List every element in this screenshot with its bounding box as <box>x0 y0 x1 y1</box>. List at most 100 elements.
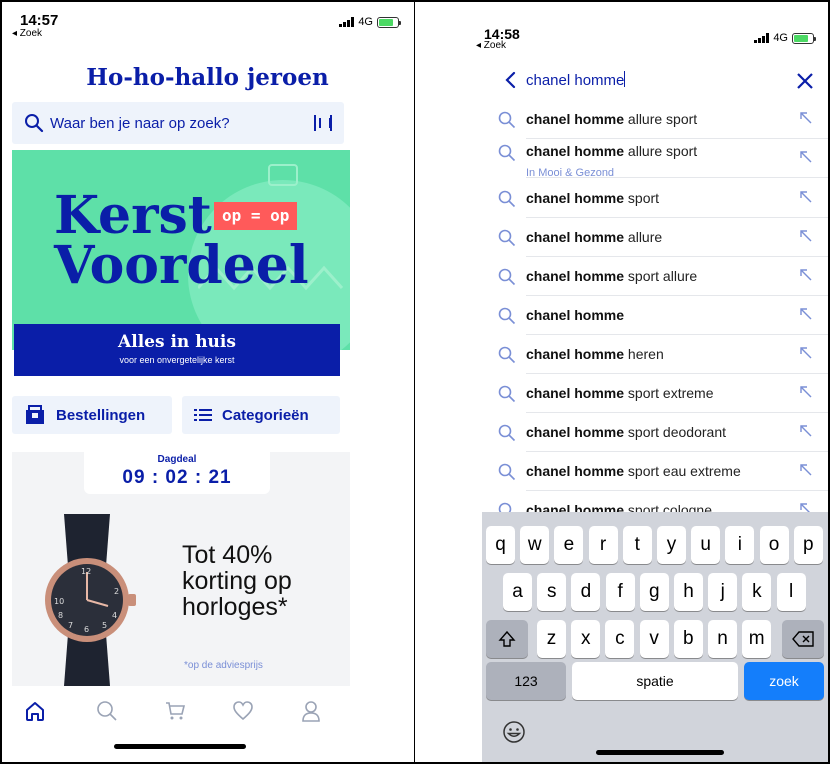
tab-profile[interactable] <box>298 698 324 724</box>
backspace-icon <box>792 631 814 647</box>
key-h[interactable]: h <box>674 573 703 611</box>
close-icon[interactable] <box>796 72 814 90</box>
key-u[interactable]: u <box>691 526 721 564</box>
suggestion-item[interactable]: chanel homme <box>482 296 828 335</box>
back-to-app-link[interactable]: ◂ Zoek <box>476 40 506 51</box>
suggestion-text: chanel homme sport allure <box>526 268 697 284</box>
search-icon <box>498 385 516 403</box>
emoji-icon[interactable] <box>502 720 526 744</box>
key-f[interactable]: f <box>605 573 635 611</box>
status-bar: 14:57 ◂ Zoek 4G <box>2 2 413 42</box>
fill-query-arrow-icon[interactable] <box>800 308 812 320</box>
key-e[interactable]: e <box>554 526 584 564</box>
key-s[interactable]: s <box>537 573 567 611</box>
suggestion-match: chanel homme <box>526 424 625 440</box>
key-i[interactable]: i <box>725 526 755 564</box>
numbers-key[interactable]: 123 <box>486 662 566 700</box>
search-icon <box>498 229 516 247</box>
barcode-scan-icon[interactable] <box>314 115 332 131</box>
suggestion-item[interactable]: chanel homme allure <box>482 218 828 257</box>
suggestion-rest: sport allure <box>624 268 698 284</box>
deal-headline-line3: horloges* <box>182 593 288 621</box>
suggestion-item[interactable]: chanel homme heren <box>482 335 828 374</box>
suggestion-rest: sport eau extreme <box>624 463 741 479</box>
network-status: 4G <box>754 32 816 44</box>
key-o[interactable]: o <box>759 526 789 564</box>
suggestion-item[interactable]: chanel homme allure sport In Mooi & Gezon… <box>482 139 828 179</box>
key-l[interactable]: l <box>776 573 806 611</box>
key-j[interactable]: j <box>708 573 738 611</box>
search-input[interactable]: chanel homme <box>526 71 626 89</box>
key-a[interactable]: a <box>503 573 532 611</box>
fill-query-arrow-icon[interactable] <box>800 112 812 124</box>
fill-query-arrow-icon[interactable] <box>800 191 812 203</box>
tab-home[interactable] <box>22 698 48 724</box>
fill-query-arrow-icon[interactable] <box>800 464 812 476</box>
search-icon <box>498 307 516 325</box>
fill-query-arrow-icon[interactable] <box>800 151 812 163</box>
key-c[interactable]: c <box>605 620 635 658</box>
deal-label: Dagdeal <box>157 454 197 465</box>
suggestion-item[interactable]: chanel homme sport allure <box>482 257 828 296</box>
search-go-key[interactable]: zoek <box>744 662 824 700</box>
keyboard: qwertyuiop asdfghjkl zxcvbnm 123 spatie … <box>482 512 828 762</box>
suggestion-item[interactable]: chanel homme sport extreme <box>482 374 828 413</box>
back-chevron-icon[interactable] <box>504 70 516 90</box>
back-to-app-link[interactable]: ◂ Zoek <box>12 28 42 39</box>
tab-wishlist[interactable] <box>230 698 256 724</box>
op-op-badge: op = op <box>214 202 298 230</box>
key-k[interactable]: k <box>742 573 772 611</box>
watch-image: 12 10 2 7 6 5 4 8 <box>45 514 136 686</box>
key-m[interactable]: m <box>742 620 772 658</box>
space-key[interactable]: spatie <box>572 662 738 700</box>
svg-text:6: 6 <box>84 625 89 634</box>
key-v[interactable]: v <box>639 620 669 658</box>
search-icon <box>25 114 44 133</box>
fill-query-arrow-icon[interactable] <box>800 269 812 281</box>
key-z[interactable]: z <box>537 620 566 658</box>
network-status: 4G <box>339 16 401 28</box>
deal-headline-line2: korting op <box>182 567 292 595</box>
daily-deal-card[interactable]: Dagdeal 09 : 02 : 21 12 10 2 7 6 5 4 8 T… <box>12 452 350 687</box>
key-x[interactable]: x <box>571 620 601 658</box>
status-time: 14:57 <box>20 12 59 29</box>
suggestion-match: chanel homme <box>526 143 625 159</box>
search-bar[interactable]: Waar ben je naar op zoek? <box>12 102 344 144</box>
search-icon <box>498 144 516 162</box>
banner-strip[interactable]: Alles in huis voor een onvergetelijke ke… <box>14 324 340 376</box>
suggestion-text: chanel homme allure sport <box>526 111 697 127</box>
suggestion-item[interactable]: chanel homme sport eau extreme <box>482 452 828 491</box>
svg-text:8: 8 <box>58 611 63 620</box>
categories-button[interactable]: Categorieën <box>182 396 340 434</box>
suggestion-item[interactable]: chanel homme sport <box>482 179 828 218</box>
signal-icon <box>339 17 355 27</box>
key-t[interactable]: t <box>622 526 652 564</box>
key-q[interactable]: q <box>486 526 515 564</box>
fill-query-arrow-icon[interactable] <box>800 347 812 359</box>
suggestion-item[interactable]: chanel homme allure sport <box>482 100 828 139</box>
fill-query-arrow-icon[interactable] <box>800 230 812 242</box>
key-d[interactable]: d <box>571 573 601 611</box>
suggestion-match: chanel homme <box>526 385 625 401</box>
key-n[interactable]: n <box>708 620 737 658</box>
backspace-key[interactable] <box>782 620 824 658</box>
tab-cart[interactable] <box>162 698 188 724</box>
key-y[interactable]: y <box>657 526 686 564</box>
fill-query-arrow-icon[interactable] <box>800 425 812 437</box>
network-label: 4G <box>358 16 373 28</box>
key-w[interactable]: w <box>520 526 550 564</box>
key-r[interactable]: r <box>588 526 618 564</box>
suggestion-rest: sport extreme <box>624 385 714 401</box>
tab-bar <box>2 686 413 762</box>
svg-text:7: 7 <box>68 621 73 630</box>
row-divider <box>526 177 828 178</box>
key-b[interactable]: b <box>673 620 703 658</box>
tab-search[interactable] <box>94 698 120 724</box>
key-g[interactable]: g <box>639 573 669 611</box>
suggestion-item[interactable]: chanel homme sport deodorant <box>482 413 828 452</box>
fill-query-arrow-icon[interactable] <box>800 386 812 398</box>
christmas-banner[interactable]: Kerst Voordeel op = op <box>12 150 350 350</box>
key-p[interactable]: p <box>793 526 823 564</box>
orders-button[interactable]: Bestellingen <box>12 396 172 434</box>
shift-key[interactable] <box>486 620 528 658</box>
